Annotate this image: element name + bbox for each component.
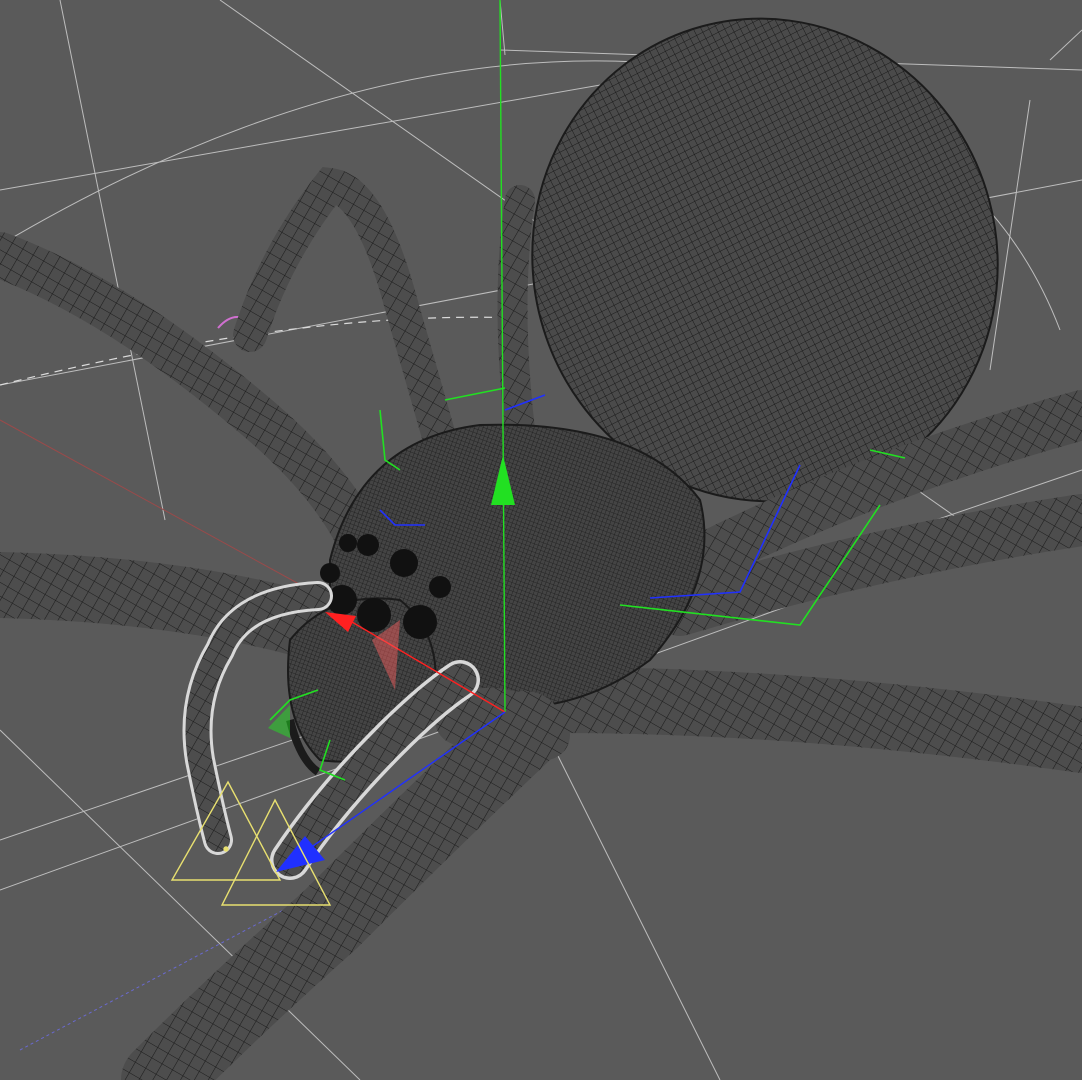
viewport-canvas[interactable] xyxy=(0,0,1082,1080)
leg-back-left-upper xyxy=(0,232,383,563)
leg-front-right-joint xyxy=(435,687,570,760)
3d-viewport[interactable] xyxy=(0,0,1082,1080)
leg-back-middle xyxy=(497,185,535,445)
leg-back-left-lower xyxy=(233,166,457,457)
leg-right-3 xyxy=(527,667,1082,773)
